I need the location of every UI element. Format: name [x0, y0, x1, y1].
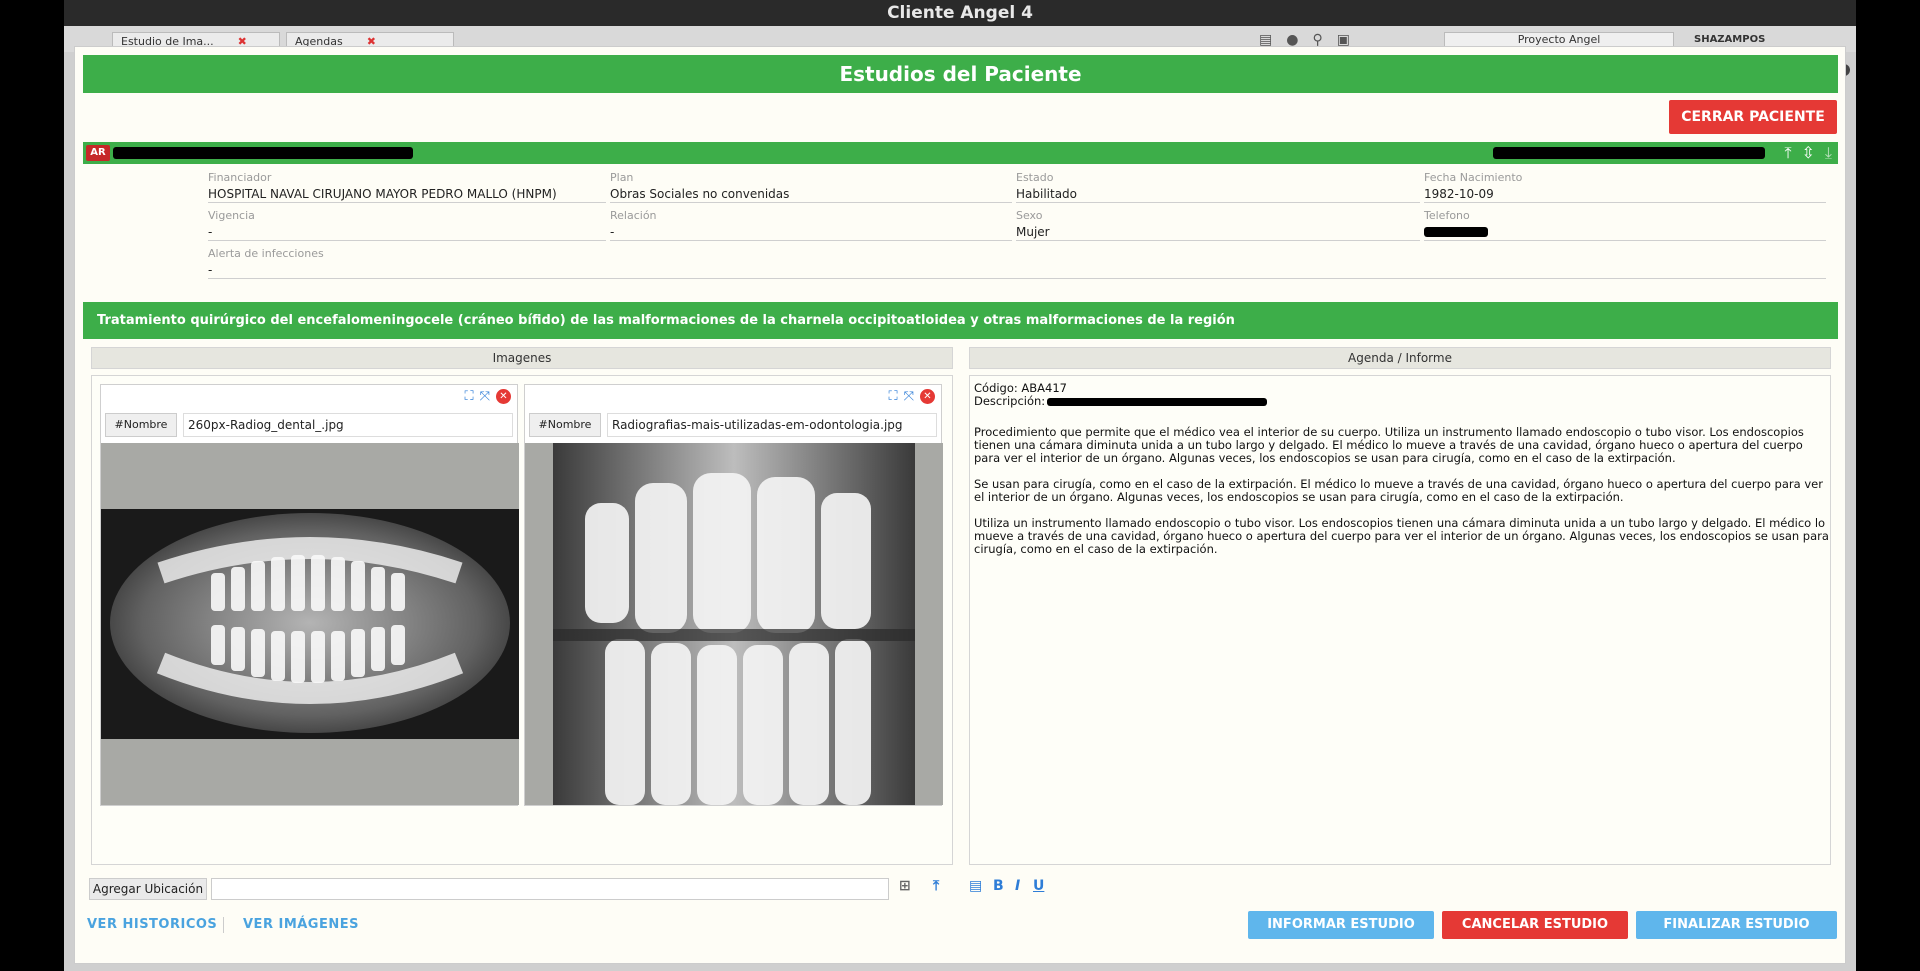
- crop-icon[interactable]: ⛶: [464, 389, 473, 404]
- expand-icon[interactable]: ⤧: [480, 389, 490, 404]
- field-value: -: [208, 225, 213, 239]
- field-value: Habilitado: [1016, 187, 1078, 201]
- field-value: -: [208, 263, 213, 277]
- image-card: ⛶ ⤧ ✕ #Nombre Radiografias-mais-utilizad…: [524, 384, 943, 806]
- window-title: Cliente Angel 4: [64, 0, 1856, 26]
- close-patient-button[interactable]: CERRAR PACIENTE: [1669, 100, 1837, 134]
- field-value: Mujer: [1016, 225, 1050, 239]
- field-label: Financiador: [208, 171, 272, 184]
- finish-study-button[interactable]: FINALIZAR ESTUDIO: [1636, 911, 1837, 939]
- field-label: Telefono: [1424, 209, 1470, 222]
- sexo-field: Sexo Mujer: [1016, 209, 1420, 241]
- relacion-field: Relación -: [610, 209, 1012, 241]
- field-label: Plan: [610, 171, 634, 184]
- document-icon[interactable]: ▤: [969, 878, 982, 894]
- country-badge: AR: [86, 145, 110, 161]
- underline-icon[interactable]: U: [1033, 878, 1044, 894]
- panoramic-xray-drawing: [101, 509, 519, 739]
- estado-field: Estado Habilitado: [1016, 171, 1420, 203]
- vigencia-field: Vigencia -: [208, 209, 606, 241]
- study-description: Descripción:: [974, 394, 1268, 408]
- cancel-study-button[interactable]: CANCELAR ESTUDIO: [1442, 911, 1628, 939]
- report-paragraph: Utiliza un instrumento llamado endoscopi…: [974, 516, 1829, 556]
- report-study-button[interactable]: INFORMAR ESTUDIO: [1248, 911, 1434, 939]
- redacted-description: [1047, 397, 1268, 406]
- redacted-phone: [1424, 227, 1488, 237]
- add-icon[interactable]: ⊞: [899, 878, 911, 894]
- patient-studies-modal: Estudios del Paciente CERRAR PACIENTE AR…: [74, 46, 1846, 964]
- crop-icon[interactable]: ⛶: [888, 389, 897, 404]
- report-paragraph: Se usan para cirugía, como en el caso de…: [974, 477, 1823, 504]
- plan-field: Plan Obras Sociales no convenidas: [610, 171, 1012, 203]
- field-label: Vigencia: [208, 209, 255, 222]
- view-images-link[interactable]: VER IMÁGENES: [243, 917, 359, 932]
- procedure-title: Tratamiento quirúrgico del encefalomenin…: [83, 302, 1838, 339]
- dental-xray-drawing: [553, 443, 915, 805]
- collapse-icon[interactable]: ⇳: [1802, 142, 1815, 164]
- field-label: Relación: [610, 209, 657, 222]
- field-value: HOSPITAL NAVAL CIRUJANO MAYOR PEDRO MALL…: [208, 187, 557, 201]
- italic-icon[interactable]: I: [1015, 878, 1020, 894]
- field-label: Alerta de infecciones: [208, 247, 324, 260]
- field-label: Estado: [1016, 171, 1054, 184]
- image-card: ⛶ ⤧ ✕ #Nombre 260px-Radiog_dental_.jpg: [100, 384, 519, 806]
- study-description-label: Descripción:: [974, 394, 1046, 408]
- financiador-field: Financiador HOSPITAL NAVAL CIRUJANO MAYO…: [208, 171, 606, 203]
- redacted-patient-id: [1493, 147, 1765, 159]
- panoramic-xray-image[interactable]: [101, 443, 519, 805]
- footer-separator: [223, 917, 224, 933]
- location-input[interactable]: [211, 878, 889, 900]
- report-pane: Código: ABA417 Descripción: Procedimient…: [969, 375, 1831, 865]
- view-history-link[interactable]: VER HISTORICOS: [87, 917, 217, 932]
- patient-bar: AR ⤒ ⇳ ⤓: [83, 142, 1838, 164]
- report-text[interactable]: Procedimiento que permite que el médico …: [974, 426, 1832, 569]
- image-card-tools: ⛶ ⤧ ✕: [888, 389, 935, 404]
- field-value: 1982-10-09: [1424, 187, 1494, 201]
- name-tag-button[interactable]: #Nombre: [529, 413, 601, 437]
- images-pane: ⛶ ⤧ ✕ #Nombre 260px-Radiog_dental_.jpg ⛶…: [91, 375, 953, 865]
- image-name-input[interactable]: 260px-Radiog_dental_.jpg: [183, 413, 513, 437]
- report-header: Agenda / Informe: [969, 347, 1831, 369]
- images-header: Imagenes: [91, 347, 953, 369]
- patient-bar-icons: ⤒ ⇳ ⤓: [1784, 142, 1832, 164]
- bold-icon[interactable]: B: [993, 878, 1004, 894]
- field-label: Sexo: [1016, 209, 1043, 222]
- image-name-input[interactable]: Radiografias-mais-utilizadas-em-odontolo…: [607, 413, 937, 437]
- remove-icon[interactable]: ✕: [920, 389, 935, 404]
- field-value: Obras Sociales no convenidas: [610, 187, 790, 201]
- alerta-field: Alerta de infecciones -: [208, 247, 1826, 279]
- remove-icon[interactable]: ✕: [496, 389, 511, 404]
- upload-icon[interactable]: ⤒: [933, 878, 939, 894]
- add-location-button[interactable]: Agregar Ubicación: [89, 878, 207, 900]
- fecha-nacimiento-field: Fecha Nacimiento 1982-10-09: [1424, 171, 1826, 203]
- dental-xray-image[interactable]: [525, 443, 943, 805]
- redacted-patient-name: [113, 147, 413, 159]
- user-name: SHAZAMPOS: [1694, 34, 1766, 45]
- expand-icon[interactable]: ⤧: [904, 389, 914, 404]
- report-paragraph: Procedimiento que permite que el médico …: [974, 425, 1804, 465]
- modal-title: Estudios del Paciente: [83, 55, 1838, 93]
- telefono-field: Telefono: [1424, 209, 1826, 241]
- move-top-icon[interactable]: ⤒: [1784, 142, 1791, 164]
- field-label: Fecha Nacimiento: [1424, 171, 1523, 184]
- field-value: -: [610, 225, 615, 239]
- move-bottom-icon[interactable]: ⤓: [1825, 142, 1832, 164]
- study-info: Código: ABA417 Descripción:: [974, 382, 1268, 408]
- name-tag-button[interactable]: #Nombre: [105, 413, 177, 437]
- image-card-tools: ⛶ ⤧ ✕: [464, 389, 511, 404]
